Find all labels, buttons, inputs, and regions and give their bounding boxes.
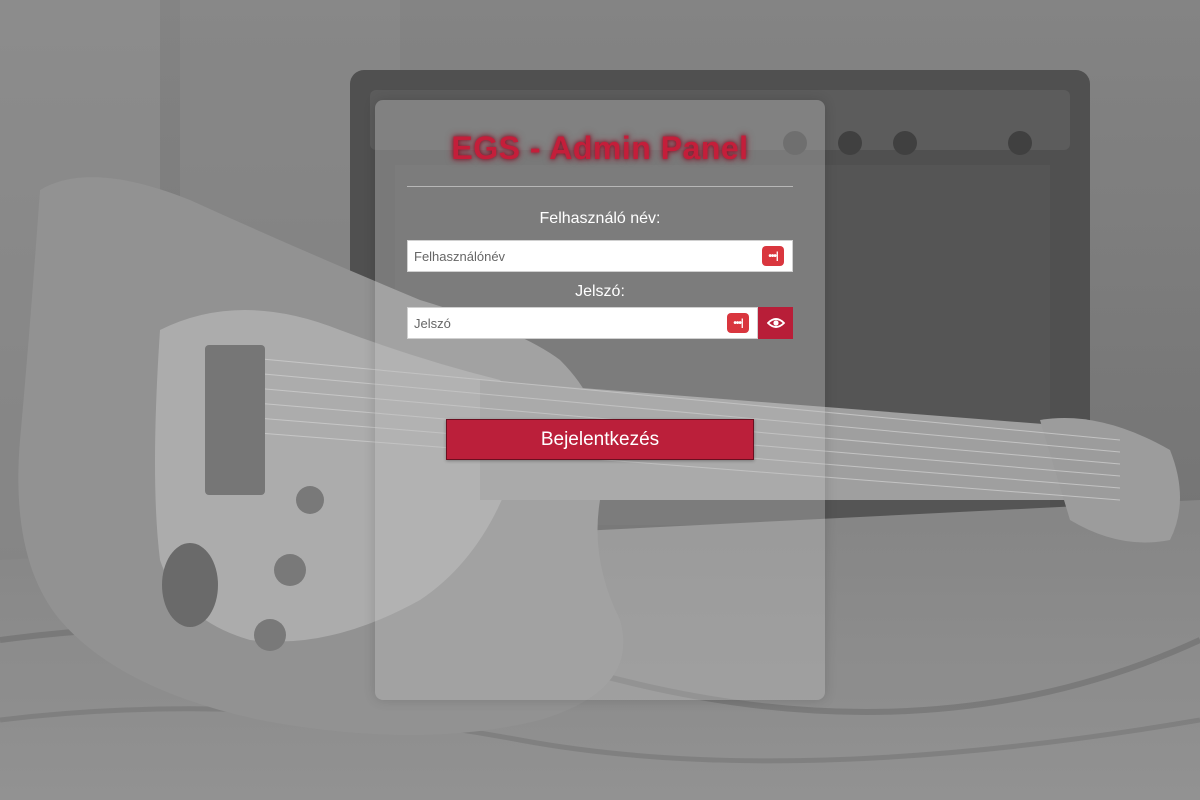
password-manager-icon[interactable]: •••| bbox=[762, 246, 784, 266]
login-card: EGS - Admin Panel Felhasználó név: •••| … bbox=[375, 100, 825, 700]
username-label: Felhasználó név: bbox=[539, 210, 661, 227]
username-field-wrapper: •••| bbox=[407, 240, 793, 272]
login-page: EGS - Admin Panel Felhasználó név: •••| … bbox=[0, 0, 1200, 800]
password-manager-icon[interactable]: •••| bbox=[727, 313, 749, 333]
login-button[interactable]: Bejelentkezés bbox=[446, 419, 754, 460]
eye-icon bbox=[766, 318, 785, 328]
password-field-wrapper: •••| bbox=[407, 307, 758, 339]
page-title: EGS - Admin Panel bbox=[451, 130, 749, 166]
password-input[interactable] bbox=[408, 308, 757, 338]
show-password-button[interactable] bbox=[758, 307, 793, 339]
username-input[interactable] bbox=[408, 241, 792, 271]
title-divider bbox=[407, 186, 793, 187]
password-label: Jelszó: bbox=[575, 283, 625, 300]
